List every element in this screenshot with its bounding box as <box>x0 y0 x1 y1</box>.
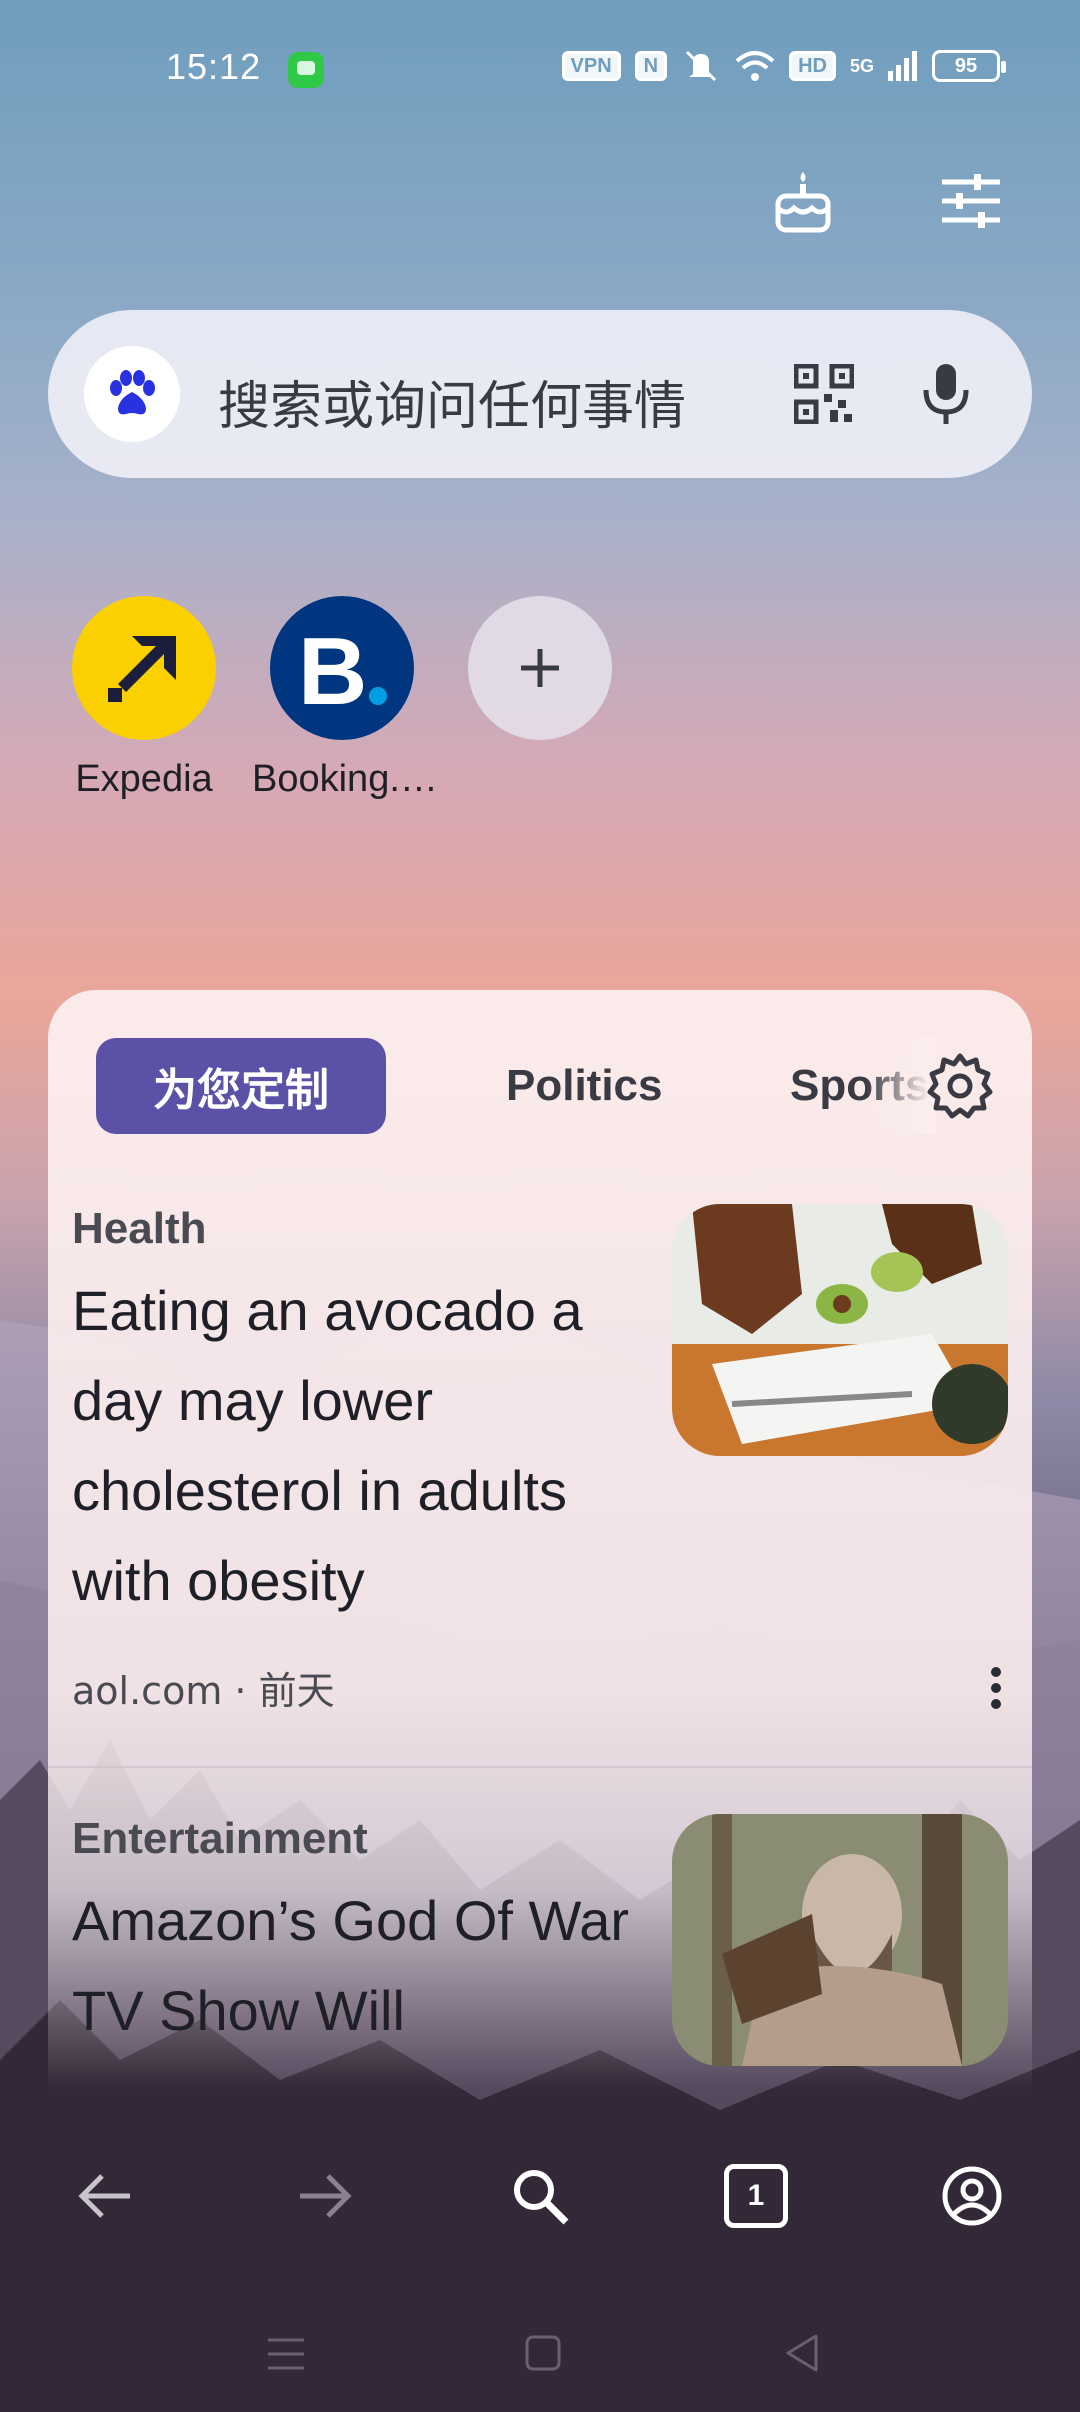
shortcut-label: Booking.… <box>252 758 438 800</box>
messages-notification-icon <box>288 52 324 88</box>
booking-logo-icon: B <box>270 596 414 740</box>
tab-politics[interactable]: Politics <box>506 1038 663 1134</box>
svg-text:B: B <box>298 618 367 725</box>
qr-code-icon[interactable] <box>794 364 854 424</box>
divider <box>48 1766 1032 1768</box>
baidu-paw-icon[interactable] <box>84 346 180 442</box>
recents-menu-icon[interactable] <box>266 2336 306 2372</box>
news-article[interactable]: Health Eating an avocado a day may lower… <box>72 1204 1008 1624</box>
status-icons: VPN N HD 5G 95 <box>561 48 1006 84</box>
tab-for-you[interactable]: 为您定制 <box>96 1038 386 1134</box>
shortcut-booking[interactable]: B Booking.… <box>252 596 438 801</box>
tabs-icon[interactable]: 1 <box>724 2164 788 2228</box>
search-input[interactable]: 搜索或询问任何事情 <box>218 364 686 439</box>
expedia-logo-icon <box>72 596 216 740</box>
home-button-icon[interactable] <box>524 2334 562 2372</box>
article-title[interactable]: Amazon’s God Of War TV Show Will <box>72 1876 632 2056</box>
shortcut-label: Expedia <box>75 758 213 800</box>
add-shortcut-button[interactable] <box>450 596 630 740</box>
system-back-icon[interactable] <box>782 2332 822 2374</box>
forward-arrow-icon[interactable] <box>292 2164 356 2228</box>
network-type: 5G <box>849 55 874 76</box>
hd-icon: HD <box>789 51 836 81</box>
battery-icon: 95 <box>932 50 1006 82</box>
system-navigation-bar <box>0 2300 1080 2400</box>
article-source: aol.com · 前天 <box>72 1669 335 1713</box>
news-feed-card: 为您定制 Politics Sports Health Eating an av… <box>48 990 1032 2090</box>
mute-icon <box>686 50 717 82</box>
back-arrow-icon[interactable] <box>74 2164 138 2228</box>
status-time: 15:12 <box>166 46 262 87</box>
microphone-icon[interactable] <box>914 360 978 428</box>
feed-tabs: 为您定制 Politics Sports <box>96 1038 996 1134</box>
nfc-icon: N <box>634 51 668 81</box>
more-options-icon[interactable] <box>990 1664 1002 1712</box>
account-icon[interactable] <box>940 2164 1004 2228</box>
search-bar[interactable]: 搜索或询问任何事情 <box>48 310 1032 478</box>
shortcut-expedia[interactable]: Expedia <box>54 596 234 801</box>
sliders-icon[interactable] <box>936 166 1006 236</box>
signal-icon <box>888 51 917 81</box>
article-image[interactable] <box>672 1204 1008 1456</box>
article-title[interactable]: Eating an avocado a day may lower choles… <box>72 1266 632 1626</box>
birthday-cake-icon[interactable] <box>768 166 838 236</box>
search-icon[interactable] <box>508 2164 572 2228</box>
wifi-icon <box>735 51 775 81</box>
vpn-icon: VPN <box>561 51 621 81</box>
news-article[interactable]: Entertainment Amazon’s God Of War TV Sho… <box>72 1814 1008 2074</box>
article-image[interactable] <box>672 1814 1008 2066</box>
plus-icon <box>468 596 612 740</box>
status-bar: 15:12 VPN N HD 5G 95 <box>0 0 1080 130</box>
gear-icon[interactable] <box>924 1050 996 1122</box>
bottom-navigation-bar: 1 <box>0 2140 1080 2250</box>
